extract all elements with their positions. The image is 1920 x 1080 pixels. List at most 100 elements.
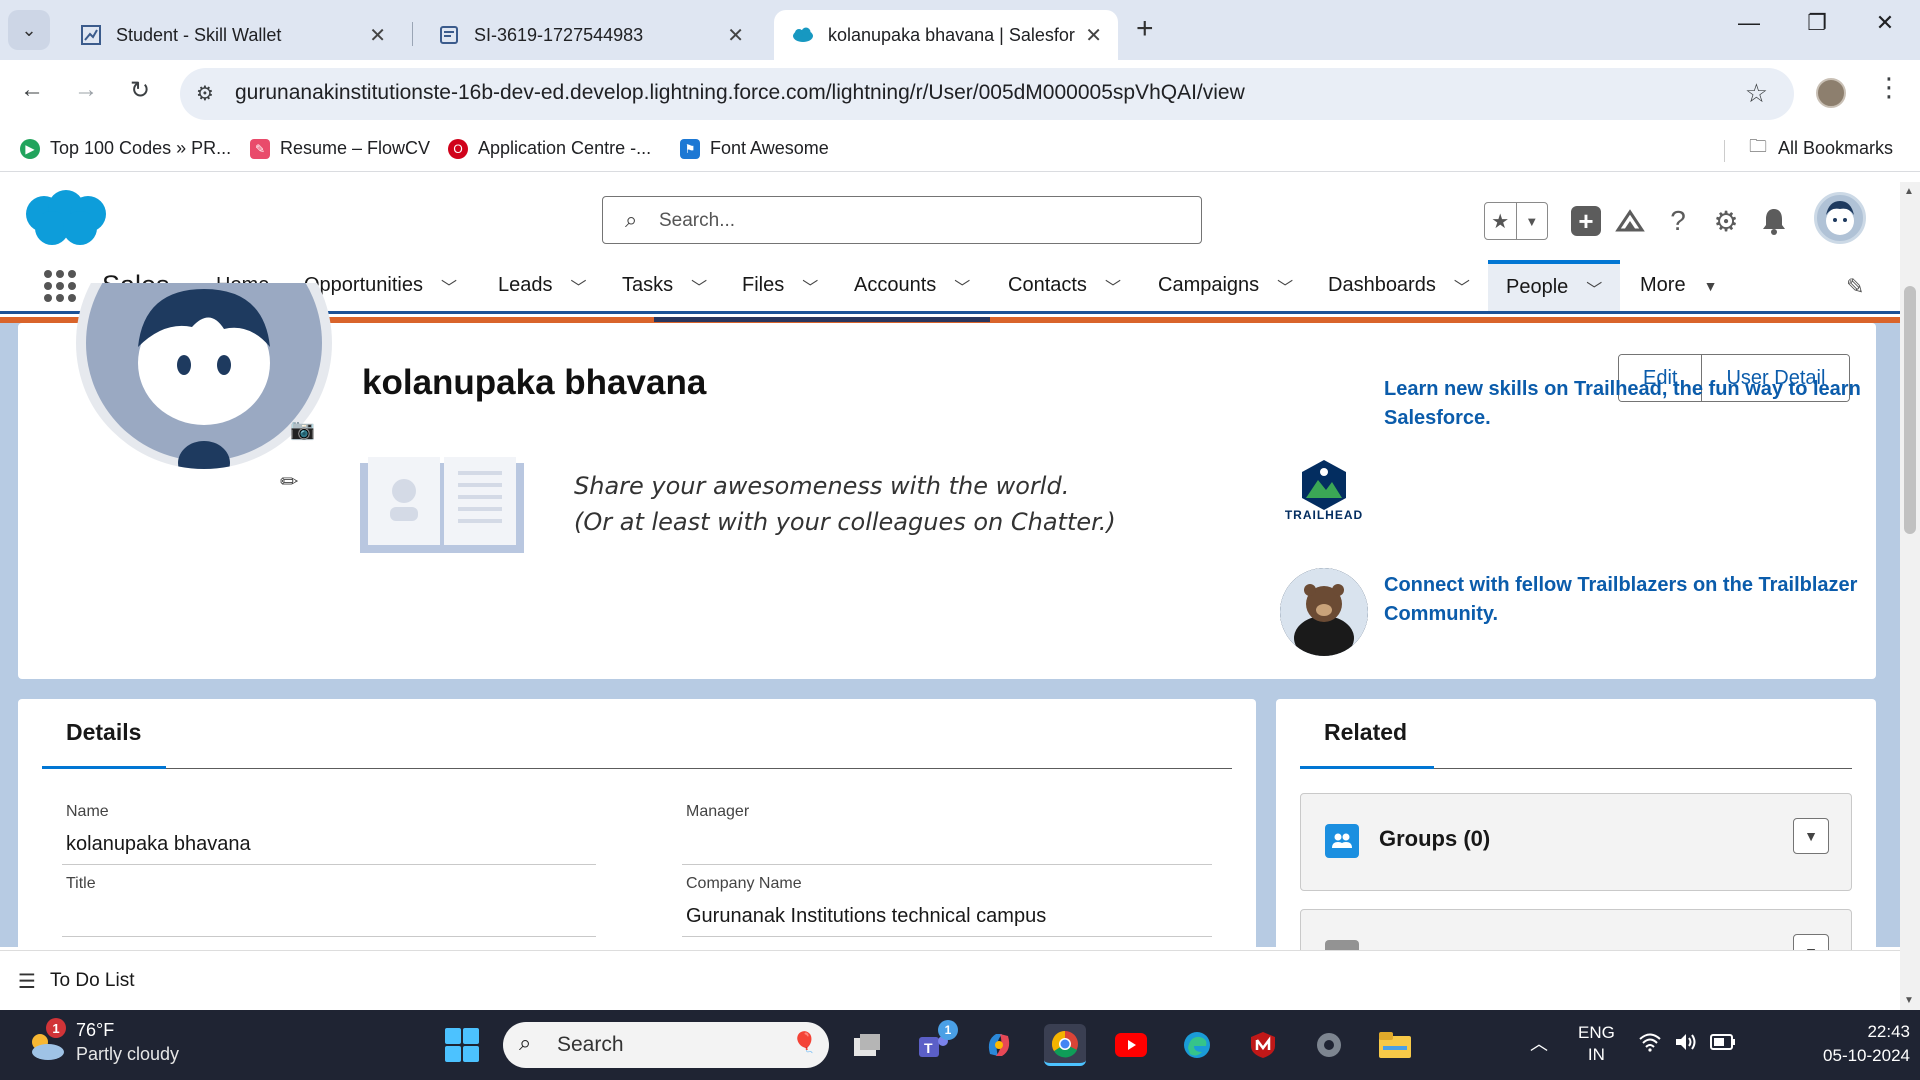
notifications-bell-icon[interactable] <box>1756 202 1792 240</box>
browser-tab-skill-wallet[interactable]: Student - Skill Wallet ✕ <box>62 10 402 60</box>
system-clock[interactable]: 22:43 05-10-2024 <box>1810 1020 1910 1068</box>
tab-related[interactable]: Related <box>1324 719 1407 746</box>
favorites-button[interactable]: ★ ▼ <box>1484 202 1548 240</box>
youtube-icon[interactable] <box>1110 1024 1152 1066</box>
help-icon[interactable]: ? <box>1660 202 1696 240</box>
nav-item-files[interactable]: Files ﹀ <box>742 260 818 311</box>
all-bookmarks-button[interactable]: 🗀 All Bookmarks <box>1748 136 1893 159</box>
camera-icon[interactable]: 📷 <box>290 417 315 442</box>
temperature[interactable]: 76°F <box>76 1020 114 1041</box>
chevron-down-icon[interactable]: ▼ <box>1515 203 1548 239</box>
scroll-up-icon[interactable]: ▲ <box>1904 186 1914 197</box>
page-scrollbar[interactable]: ▲ ▼ <box>1900 182 1920 1010</box>
back-button[interactable]: ← <box>14 76 50 104</box>
to-do-list-button[interactable]: To Do List <box>50 970 134 992</box>
reload-button[interactable]: ↻ <box>122 76 158 105</box>
battery-icon[interactable] <box>1710 1034 1736 1055</box>
volume-icon[interactable] <box>1674 1032 1698 1057</box>
wifi-icon[interactable] <box>1638 1032 1662 1057</box>
nav-label: Campaigns <box>1158 274 1260 296</box>
nav-item-dashboards[interactable]: Dashboards ﹀ <box>1328 260 1470 311</box>
task-view-icon[interactable] <box>846 1024 888 1066</box>
nav-item-leads[interactable]: Leads ﹀ <box>498 260 587 311</box>
url-bar[interactable]: ⚙ gurunanakinstitutionste-16b-dev-ed.dev… <box>180 68 1794 120</box>
window-close-button[interactable]: ✕ <box>1862 10 1908 36</box>
chevron-up-icon[interactable]: ︿ <box>1530 1030 1548 1056</box>
bookmark-resume-flowcv[interactable]: ✎ Resume – FlowCV <box>250 138 430 159</box>
nav-item-accounts[interactable]: Accounts ﹀ <box>854 260 970 311</box>
weather-condition[interactable]: Partly cloudy <box>76 1044 179 1065</box>
forward-button[interactable]: → <box>68 76 104 104</box>
language-indicator[interactable]: ENG IN <box>1578 1022 1615 1066</box>
close-icon[interactable]: ✕ <box>727 23 744 48</box>
search-highlight-icon: 🎈 <box>792 1032 817 1054</box>
tab-label: SI-3619-1727544983 <box>474 24 644 45</box>
minimize-button[interactable]: — <box>1726 10 1772 36</box>
chevron-down-icon[interactable]: ﹀ <box>1105 274 1121 298</box>
setup-gear-icon[interactable]: ⚙ <box>1708 202 1744 240</box>
groups-related-list: Groups (0) ▼ <box>1300 793 1852 891</box>
global-actions-button[interactable]: + <box>1568 202 1604 240</box>
chevron-down-icon[interactable]: ﹀ <box>691 274 707 298</box>
site-info-icon[interactable]: ⚙ <box>196 81 214 106</box>
tab-details[interactable]: Details <box>66 719 141 746</box>
nav-item-tasks[interactable]: Tasks ﹀ <box>622 260 707 311</box>
edge-icon[interactable] <box>1176 1024 1218 1066</box>
taskbar-search[interactable]: ⌕ Search 🎈 <box>503 1022 829 1068</box>
nav-item-people[interactable]: People ﹀ <box>1488 260 1621 311</box>
bookmark-star-icon[interactable]: ☆ <box>1745 78 1768 109</box>
bookmark-top-100-codes[interactable]: ▶ Top 100 Codes » PR... <box>20 138 231 159</box>
scroll-thumb[interactable] <box>1904 286 1916 534</box>
user-avatar[interactable] <box>1814 192 1866 244</box>
tab-label: kolanupaka bhavana | Salesforc <box>828 24 1076 45</box>
restore-button[interactable]: ❐ <box>1794 10 1840 36</box>
windows-start-icon[interactable] <box>445 1028 479 1062</box>
chevron-down-icon[interactable]: ﹀ <box>1277 274 1293 298</box>
close-icon[interactable]: ✕ <box>1085 23 1102 48</box>
groups-dropdown-button[interactable]: ▼ <box>1793 818 1829 854</box>
edit-nav-pencil-icon[interactable]: ✎ <box>1846 274 1864 300</box>
title-label: Title <box>66 875 96 892</box>
teams-badge: 1 <box>938 1020 958 1040</box>
settings-gear-icon[interactable] <box>1308 1024 1350 1066</box>
nav-item-contacts[interactable]: Contacts ﹀ <box>1008 260 1121 311</box>
chevron-down-icon[interactable]: ﹀ <box>571 274 587 298</box>
groups-title[interactable]: Groups (0) <box>1379 826 1490 852</box>
copilot-icon[interactable] <box>978 1024 1020 1066</box>
trailhead-guidance-icon[interactable] <box>1612 202 1648 240</box>
url-text[interactable]: gurunanakinstitutionste-16b-dev-ed.devel… <box>235 81 1245 105</box>
teams-icon[interactable]: T 1 <box>912 1020 958 1066</box>
app-launcher-icon[interactable] <box>44 270 76 302</box>
caret-down-icon[interactable]: ▼ <box>1704 278 1718 294</box>
pen-icon: ✎ <box>250 138 270 159</box>
nav-item-more[interactable]: More ▼ <box>1640 260 1717 311</box>
file-explorer-icon[interactable] <box>1374 1024 1416 1066</box>
browser-tab-salesforce[interactable]: kolanupaka bhavana | Salesforc ✕ <box>774 10 1118 60</box>
new-tab-button[interactable]: + <box>1136 12 1154 46</box>
profile-header-card: 📷 ✏ kolanupaka bhavana Edit User Detail … <box>18 283 1876 679</box>
close-icon[interactable]: ✕ <box>369 23 386 48</box>
global-search-input[interactable]: ⌕ Search... <box>602 196 1202 244</box>
chevron-down-icon[interactable]: ﹀ <box>802 274 818 298</box>
trailhead-learn-link[interactable]: Learn new skills on Trailhead, the fun w… <box>1384 375 1864 433</box>
nav-item-campaigns[interactable]: Campaigns ﹀ <box>1158 260 1293 311</box>
chevron-down-icon[interactable]: ﹀ <box>954 274 970 298</box>
chevron-down-icon[interactable]: ﹀ <box>441 274 457 298</box>
scroll-down-icon[interactable]: ▼ <box>1904 995 1914 1006</box>
trailblazer-community-link[interactable]: Connect with fellow Trailblazers on the … <box>1384 571 1864 629</box>
browser-menu-icon[interactable]: ⋮ <box>1876 72 1902 103</box>
browser-profile-avatar[interactable] <box>1816 78 1846 108</box>
bookmark-application-centre[interactable]: O Application Centre -... <box>448 138 651 159</box>
star-icon[interactable]: ★ <box>1485 203 1516 239</box>
bookmark-font-awesome[interactable]: ⚑ Font Awesome <box>680 138 829 159</box>
tab-search-button[interactable]: ⌄ <box>8 10 50 50</box>
chevron-down-icon[interactable]: ﹀ <box>1454 274 1470 298</box>
edit-photo-pencil-icon[interactable]: ✏ <box>280 469 298 495</box>
salesforce-logo[interactable] <box>22 188 112 250</box>
browser-tab-si[interactable]: SI-3619-1727544983 ✕ <box>420 10 760 60</box>
mcafee-icon[interactable] <box>1242 1024 1284 1066</box>
tab-divider <box>42 768 1232 769</box>
field-divider <box>682 936 1212 937</box>
chevron-down-icon[interactable]: ﹀ <box>1586 276 1602 300</box>
chrome-icon[interactable] <box>1044 1024 1086 1066</box>
